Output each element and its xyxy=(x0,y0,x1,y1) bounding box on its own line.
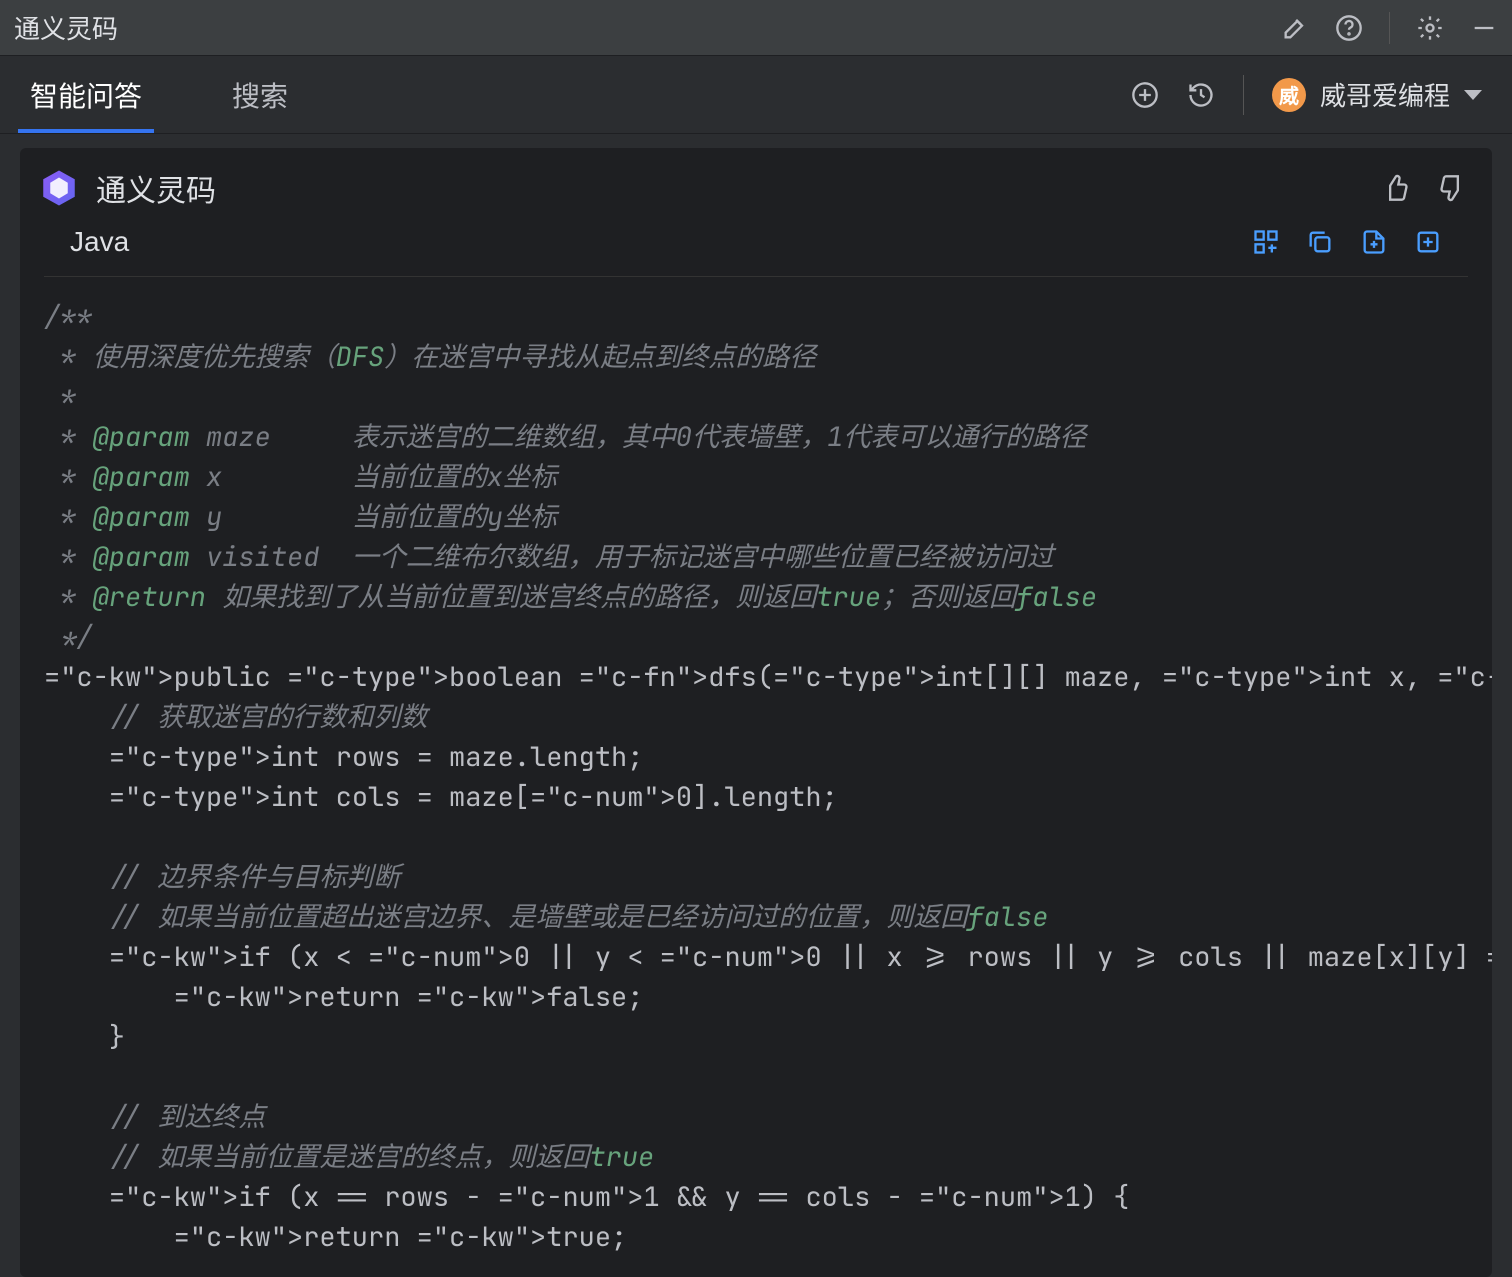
separator xyxy=(1243,75,1244,115)
avatar: 威 xyxy=(1272,78,1306,112)
gear-icon[interactable] xyxy=(1416,14,1444,42)
feedback-row xyxy=(1382,174,1466,202)
thumbs-down-icon[interactable] xyxy=(1438,174,1466,202)
app-title: 通义灵码 xyxy=(14,9,118,46)
tab-qa[interactable]: 智能问答 xyxy=(30,56,142,133)
tab-list: 智能问答 搜索 xyxy=(30,56,288,133)
edit-icon[interactable] xyxy=(1281,14,1309,42)
code-block: /** * 使用深度优先搜索（DFS）在迷宫中寻找从起点到终点的路径 * * @… xyxy=(20,277,1492,1257)
toolbar: 智能问答 搜索 威 威哥爱编程 xyxy=(0,56,1512,134)
panel-header: 通义灵码 xyxy=(20,148,1492,220)
chevron-down-icon xyxy=(1464,90,1482,100)
help-icon[interactable] xyxy=(1335,14,1363,42)
code-actions xyxy=(1252,228,1442,256)
user-menu[interactable]: 威 威哥爱编程 xyxy=(1272,76,1482,113)
history-icon[interactable] xyxy=(1187,81,1215,109)
diff-icon[interactable] xyxy=(1360,228,1388,256)
panel-title: 通义灵码 xyxy=(96,166,216,210)
titlebar-actions xyxy=(1281,12,1498,44)
tab-search[interactable]: 搜索 xyxy=(232,56,288,133)
insert-code-icon[interactable] xyxy=(1252,228,1280,256)
minimize-icon[interactable] xyxy=(1470,14,1498,42)
new-file-icon[interactable] xyxy=(1414,228,1442,256)
assistant-logo-icon xyxy=(38,167,80,209)
language-label: Java xyxy=(70,226,129,258)
username: 威哥爱编程 xyxy=(1320,76,1450,113)
new-chat-icon[interactable] xyxy=(1131,81,1159,109)
separator xyxy=(1389,12,1390,44)
titlebar: 通义灵码 xyxy=(0,0,1512,56)
copy-icon[interactable] xyxy=(1306,228,1334,256)
toolbar-right: 威 威哥爱编程 xyxy=(1131,75,1482,115)
chat-panel: 通义灵码 Java /** * 使用深 xyxy=(20,148,1492,1277)
code-header: Java xyxy=(44,220,1468,277)
thumbs-up-icon[interactable] xyxy=(1382,174,1410,202)
